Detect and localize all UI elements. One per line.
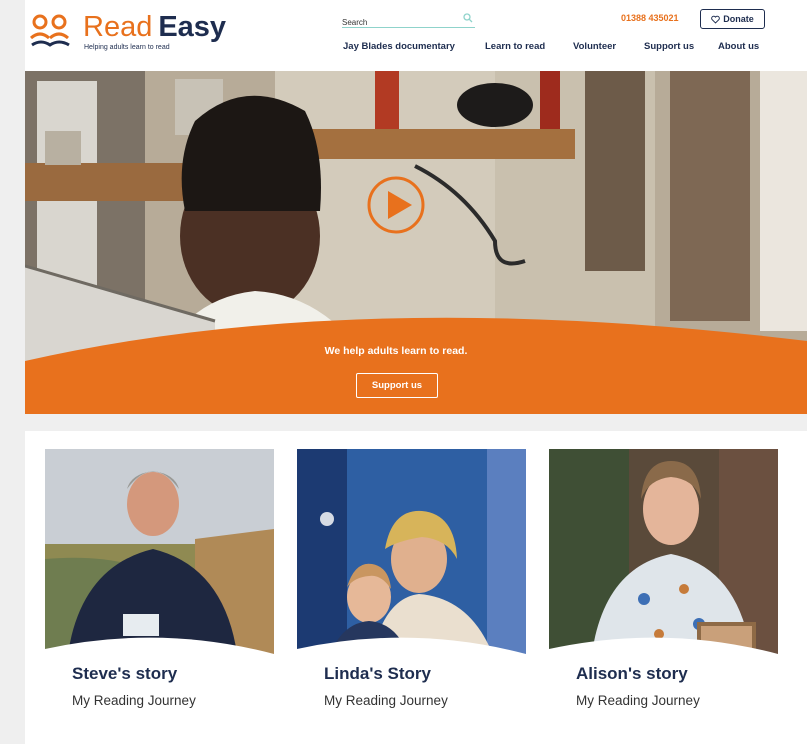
heart-icon xyxy=(711,15,721,24)
hero-tagline: We help adults learn to read. xyxy=(324,345,468,357)
play-video-icon[interactable] xyxy=(366,175,426,235)
search-box xyxy=(342,10,475,31)
donate-button[interactable]: Donate xyxy=(700,9,765,29)
story-subtitle: My Reading Journey xyxy=(576,693,700,708)
hero-support-us-button[interactable]: Support us xyxy=(356,373,438,398)
story-photo-alison xyxy=(549,449,778,684)
story-title: Steve's story xyxy=(72,664,178,683)
nav-item-about-us[interactable]: About us xyxy=(718,41,759,52)
hero-photo xyxy=(25,71,807,414)
nav-item-jay-blades-documentary[interactable]: Jay Blades documentary xyxy=(343,41,455,52)
search-icon[interactable] xyxy=(463,13,473,23)
story-card-alison[interactable]: Alison's story My Reading Journey xyxy=(549,449,778,719)
story-title: Linda's Story xyxy=(324,664,432,683)
story-subtitle: My Reading Journey xyxy=(324,693,448,708)
story-title: Alison's story xyxy=(576,664,688,683)
story-photo-linda xyxy=(297,449,526,684)
phone-number-link[interactable]: 01388 435021 xyxy=(621,13,679,23)
hero-banner: We help adults learn to read. Support us xyxy=(25,71,807,414)
logo-wordmark: Read Easy xyxy=(83,11,227,43)
main-nav: Jay Blades documentary Learn to read Vol… xyxy=(25,41,807,55)
search-input[interactable] xyxy=(342,14,452,31)
story-photo-steve xyxy=(45,449,274,684)
site-header: ReadEasy Helping adults learn to read 01… xyxy=(25,0,807,71)
story-card-linda[interactable]: Linda's Story My Reading Journey xyxy=(297,449,526,719)
nav-item-volunteer[interactable]: Volunteer xyxy=(573,41,616,52)
donate-label: Donate xyxy=(723,14,754,24)
nav-item-support-us[interactable]: Support us xyxy=(644,41,694,52)
story-subtitle: My Reading Journey xyxy=(72,693,196,708)
story-card-steve[interactable]: Steve's story My Reading Journey xyxy=(45,449,274,719)
stories-section: Steve's story My Reading Journey Linda's… xyxy=(25,431,807,744)
nav-item-learn-to-read[interactable]: Learn to read xyxy=(485,41,545,52)
